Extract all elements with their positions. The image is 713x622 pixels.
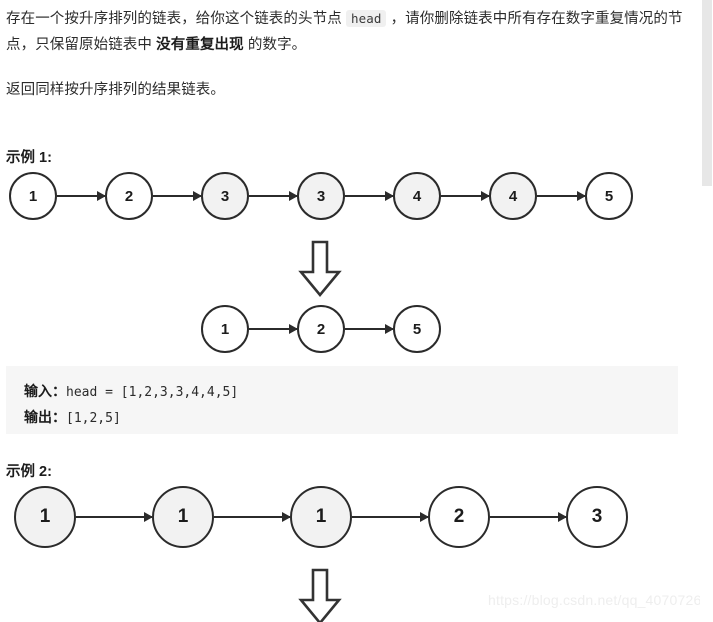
paragraph-1-segment-1: 存在一个按升序排列的链表，给你这个链表的头节点 <box>6 11 346 27</box>
linked-list-edge-arrow <box>76 516 152 518</box>
vertical-scrollbar-track[interactable] <box>700 0 713 622</box>
linked-list-node-duplicate: 1 <box>152 486 214 548</box>
head-code-chip: head <box>345 10 387 27</box>
vertical-scrollbar-thumb[interactable] <box>702 0 712 186</box>
linked-list-node-duplicate: 1 <box>14 486 76 548</box>
example-1-input-line: 输入：head = [1,2,3,3,4,4,5] <box>24 379 678 405</box>
linked-list-edge-arrow <box>345 195 393 197</box>
linked-list-node: 2 <box>105 172 153 220</box>
output-value: [1,2,5] <box>66 411 121 426</box>
linked-list-node: 3 <box>566 486 628 548</box>
linked-list-node-duplicate: 3 <box>297 172 345 220</box>
linked-list-node: 5 <box>393 305 441 353</box>
paragraph-1-emphasis: 没有重复出现 <box>156 37 244 53</box>
linked-list-node: 2 <box>297 305 345 353</box>
example-1-diagram: 1233445 125 <box>0 172 690 362</box>
linked-list-edge-arrow <box>249 195 297 197</box>
linked-list-node-duplicate: 4 <box>393 172 441 220</box>
linked-list-edge-arrow <box>345 328 393 330</box>
output-label: 输出： <box>24 409 66 425</box>
input-label: 输入： <box>24 383 66 399</box>
linked-list-node: 2 <box>428 486 490 548</box>
example-1-io-block: 输入：head = [1,2,3,3,4,4,5] 输出：[1,2,5] <box>6 366 678 434</box>
linked-list-node: 1 <box>201 305 249 353</box>
example-1-output-line: 输出：[1,2,5] <box>24 405 678 431</box>
problem-page: 存在一个按升序排列的链表，给你这个链表的头节点 head ，请你删除链表中所有存… <box>0 0 713 622</box>
problem-paragraph-1: 存在一个按升序排列的链表，给你这个链表的头节点 head ，请你删除链表中所有存… <box>6 6 684 58</box>
linked-list-node: 1 <box>9 172 57 220</box>
linked-list-edge-arrow <box>352 516 428 518</box>
linked-list-edge-arrow <box>214 516 290 518</box>
linked-list-edge-arrow <box>490 516 566 518</box>
transform-down-arrow-icon <box>298 240 342 298</box>
linked-list-edge-arrow <box>57 195 105 197</box>
linked-list-edge-arrow <box>537 195 585 197</box>
problem-paragraph-2: 返回同样按升序排列的结果链表。 <box>6 82 225 98</box>
linked-list-edge-arrow <box>249 328 297 330</box>
input-value: head = [1,2,3,3,4,4,5] <box>66 385 239 400</box>
example-2-heading: 示例 2: <box>6 464 52 480</box>
linked-list-edge-arrow <box>153 195 201 197</box>
example-1-heading: 示例 1: <box>6 150 52 166</box>
linked-list-node: 5 <box>585 172 633 220</box>
transform-down-arrow-icon <box>298 568 342 622</box>
linked-list-node-duplicate: 1 <box>290 486 352 548</box>
linked-list-node-duplicate: 4 <box>489 172 537 220</box>
problem-statement: 存在一个按升序排列的链表，给你这个链表的头节点 head ，请你删除链表中所有存… <box>6 6 684 103</box>
linked-list-edge-arrow <box>441 195 489 197</box>
linked-list-node-duplicate: 3 <box>201 172 249 220</box>
watermark: https://blog.csdn.net/qq_40707269 <box>488 592 710 608</box>
paragraph-1-segment-3: 的数字。 <box>243 37 307 53</box>
